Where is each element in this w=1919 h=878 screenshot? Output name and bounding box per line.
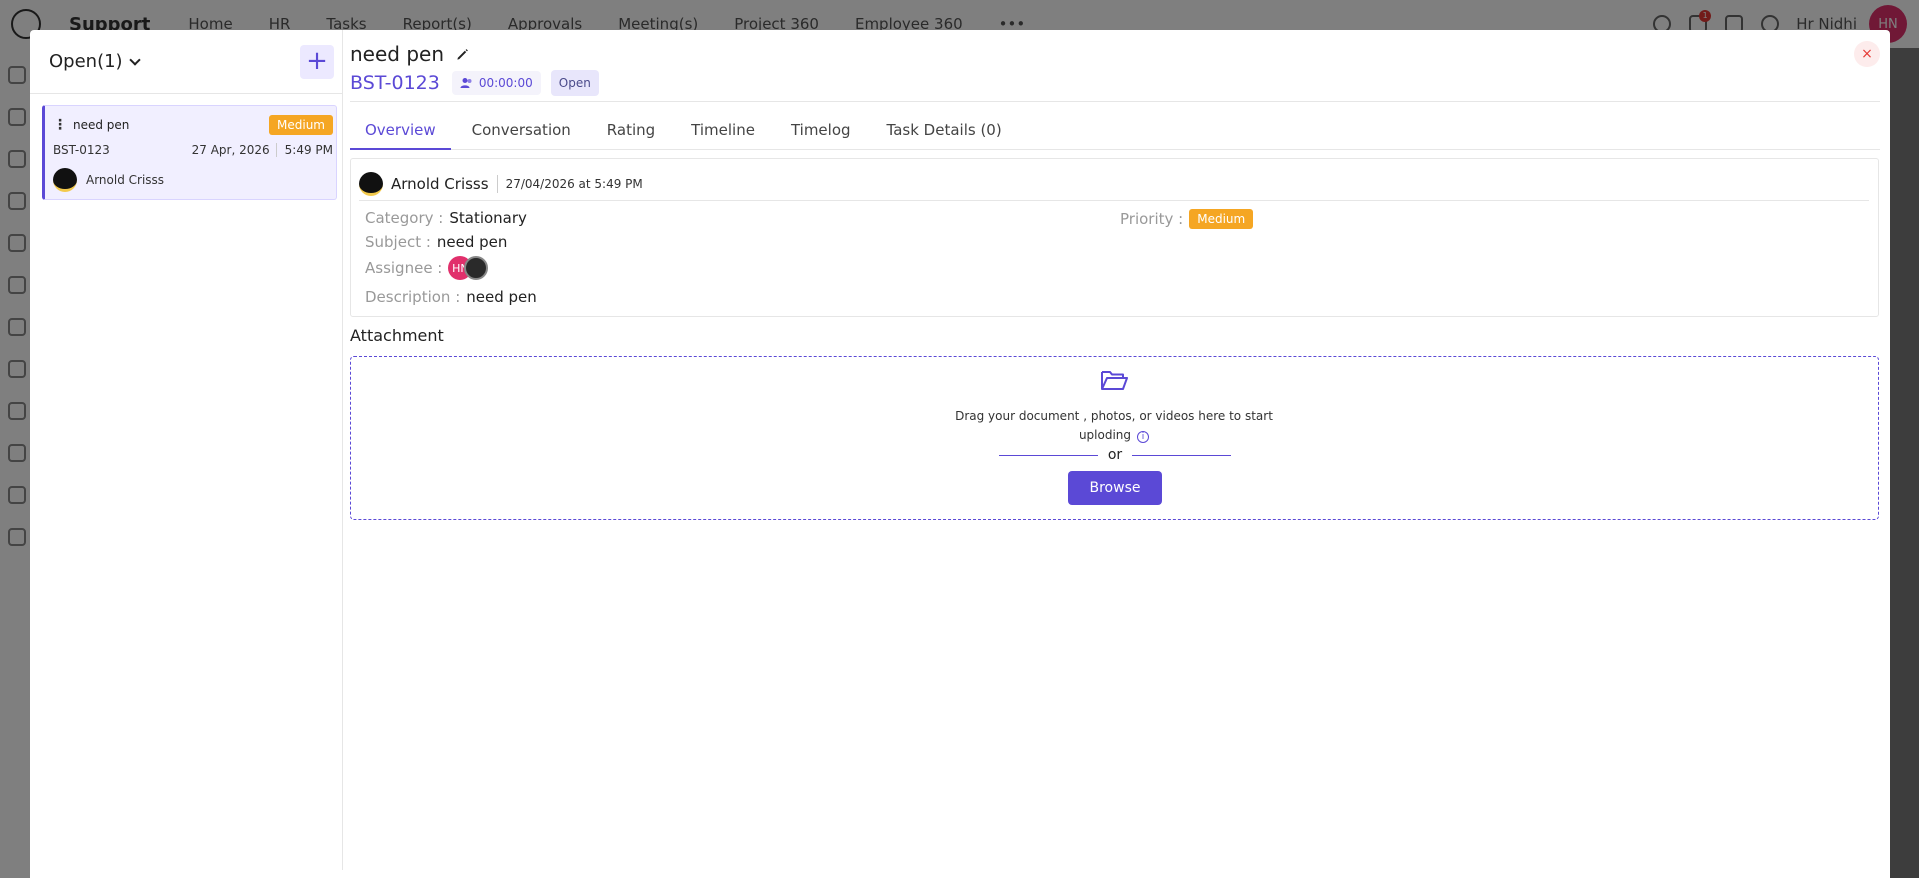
header-divider	[350, 101, 1880, 102]
subject-field: Subject : need pen	[365, 233, 507, 251]
priority-label: Priority :	[1120, 210, 1184, 228]
overview-card: Arnold Crisss 27/04/2026 at 5:49 PM Cate…	[350, 158, 1879, 317]
ticket-tabs: Overview Conversation Rating Timeline Ti…	[350, 116, 1880, 150]
tab-timeline[interactable]: Timeline	[676, 116, 770, 150]
priority-field: Priority : Medium	[1120, 209, 1254, 229]
author-name: Arnold Crisss	[391, 174, 498, 193]
ticket-item-id: BST-0123	[53, 143, 110, 157]
subject-value: need pen	[436, 233, 508, 251]
ticket-id[interactable]: BST-0123	[350, 72, 440, 94]
description-label: Description :	[365, 288, 461, 306]
ticket-detail: need pen BST-0123 00:00:00 Open × Overvi…	[350, 30, 1880, 870]
or-divider: or	[999, 447, 1232, 463]
timer-chip: 00:00:00	[451, 71, 541, 95]
priority-badge: Medium	[269, 115, 333, 135]
ticket-title-row: need pen	[350, 42, 469, 66]
tab-conversation[interactable]: Conversation	[457, 116, 586, 150]
assignee-avatars[interactable]: HN	[448, 256, 489, 280]
assignee-field: Assignee : HN	[365, 256, 489, 280]
tab-task-details[interactable]: Task Details (0)	[872, 116, 1017, 150]
status-filter-label: Open(1)	[49, 51, 123, 72]
or-text: or	[1107, 447, 1123, 463]
folder-open-icon	[1101, 371, 1128, 390]
description-value: need pen	[466, 288, 537, 306]
tab-rating[interactable]: Rating	[592, 116, 670, 150]
ticket-meta-row: BST-0123 00:00:00 Open	[350, 70, 599, 96]
priority-badge: Medium	[1189, 209, 1254, 229]
ticket-item-owner: Arnold Crisss	[86, 173, 165, 187]
page-title: need pen	[350, 42, 445, 66]
tab-timelog[interactable]: Timelog	[776, 116, 866, 150]
ticket-item-date: 27 Apr, 2026	[192, 143, 277, 157]
ticket-item-title: need pen	[73, 118, 130, 132]
users-icon	[460, 78, 472, 88]
ticket-modal: Open(1) + ⋮ need pen Medium BST-0123 27 …	[30, 30, 1890, 878]
ticket-list-panel: Open(1) + ⋮ need pen Medium BST-0123 27 …	[30, 30, 343, 870]
category-value: Stationary	[449, 209, 527, 227]
info-icon[interactable]: i	[1137, 431, 1150, 443]
add-ticket-button[interactable]: +	[300, 44, 334, 79]
status-filter-dropdown[interactable]: Open(1)	[49, 51, 141, 72]
timer-value: 00:00:00	[478, 76, 533, 90]
description-field: Description : need pen	[365, 288, 537, 306]
attachment-dropzone[interactable]: Drag your document , photos, or videos h…	[350, 356, 1879, 520]
dropzone-instructions: Drag your document , photos, or videos h…	[951, 407, 1277, 445]
tab-overview[interactable]: Overview	[350, 116, 451, 150]
chevron-down-icon	[128, 53, 141, 66]
dropzone-text: Drag your document , photos, or videos h…	[955, 409, 1273, 442]
avatar	[464, 256, 489, 280]
overview-header: Arnold Crisss 27/04/2026 at 5:49 PM	[359, 167, 1869, 201]
pencil-icon[interactable]	[456, 48, 469, 61]
category-field: Category : Stationary	[365, 209, 527, 227]
subject-label: Subject :	[365, 233, 431, 251]
status-badge: Open	[550, 70, 599, 96]
ticket-item-time: 5:49 PM	[284, 143, 333, 157]
category-label: Category :	[365, 209, 444, 227]
created-at: 27/04/2026 at 5:49 PM	[505, 176, 643, 191]
browse-button[interactable]: Browse	[1068, 471, 1162, 505]
attachment-heading: Attachment	[350, 326, 444, 345]
avatar	[53, 168, 77, 192]
avatar	[359, 171, 383, 196]
assignee-label: Assignee :	[365, 259, 443, 277]
ticket-list-header: Open(1) +	[30, 30, 342, 94]
close-icon[interactable]: ×	[1854, 41, 1880, 67]
ticket-list-item[interactable]: ⋮ need pen Medium BST-0123 27 Apr, 2026 …	[42, 105, 337, 200]
kebab-menu-icon[interactable]: ⋮	[53, 117, 67, 133]
